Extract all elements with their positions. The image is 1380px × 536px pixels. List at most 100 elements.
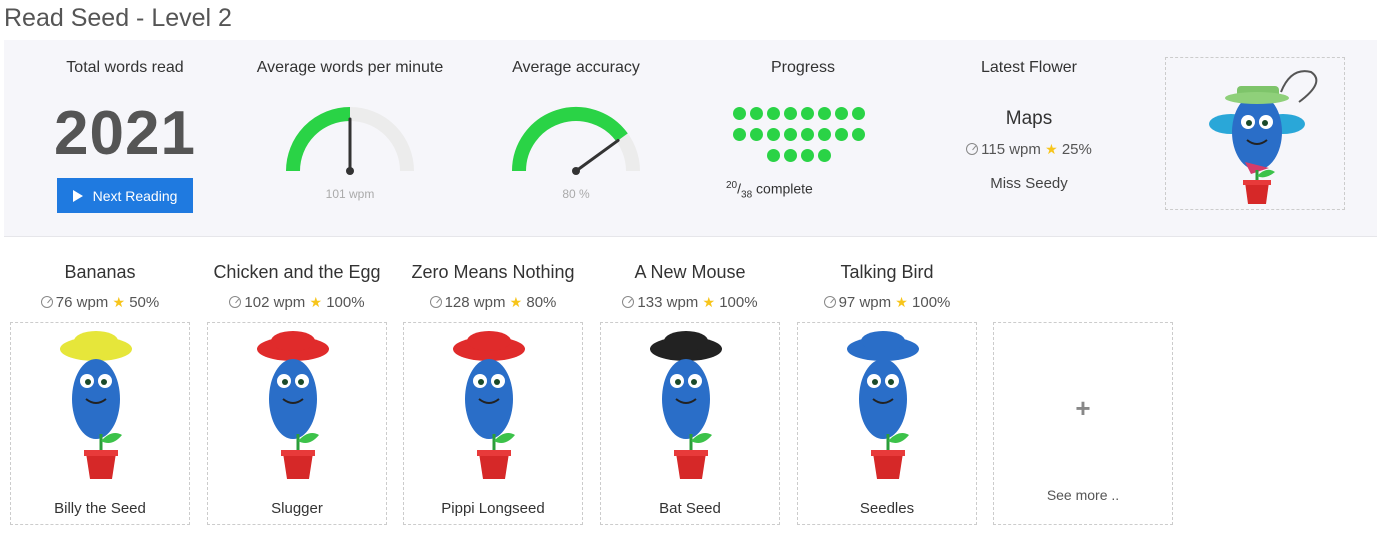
latest-flower-stat: Latest Flower Maps 115 wpm ★ 25% Miss Se… [934, 40, 1124, 237]
latest-wpm: 115 wpm [981, 141, 1041, 158]
wpm-gauge [286, 107, 414, 175]
flower-meta: 128 wpm ★ 80% [403, 294, 583, 311]
latest-flower-meta: 115 wpm ★ 25% [934, 141, 1124, 158]
progress-dot [767, 149, 780, 162]
flower-meta: 133 wpm ★ 100% [600, 294, 780, 311]
progress-suffix: complete [756, 180, 813, 197]
wpm-label: Average words per minute [256, 59, 444, 76]
flower-wpm: 128 wpm [444, 294, 506, 311]
flower-meta: 97 wpm ★ 100% [797, 294, 977, 311]
progress-dot [750, 107, 763, 120]
flower-item: Talking Bird 97 wpm ★ 100% Seedles [797, 262, 977, 525]
star-icon: ★ [1045, 141, 1058, 157]
speedometer-icon [622, 296, 635, 308]
seed-name: Pippi Longseed [441, 500, 545, 517]
progress-total: 38 [741, 189, 753, 201]
progress-dot [818, 128, 831, 141]
seed-character-illustration [60, 331, 132, 479]
flower-score: 100% [912, 294, 951, 311]
flower-item: Chicken and the Egg 102 wpm ★ 100% Slugg… [207, 262, 387, 525]
accuracy-caption: 80 % [562, 187, 590, 201]
seed-character-illustration [847, 331, 919, 479]
next-reading-label: Next Reading [92, 187, 178, 204]
progress-dot [733, 107, 746, 120]
star-icon: ★ [895, 294, 908, 310]
speedometer-icon [40, 296, 53, 308]
gauge-needle [574, 138, 620, 173]
flower-item: Bananas 76 wpm ★ 50% Billy the Seed [10, 262, 190, 525]
flower-card[interactable]: Slugger [207, 322, 387, 525]
flower-meta: 76 wpm ★ 50% [10, 294, 190, 311]
flower-card[interactable]: Bat Seed [600, 322, 780, 525]
progress-dot [801, 107, 814, 120]
progress-dot [784, 107, 797, 120]
latest-seed-name: Miss Seedy [990, 175, 1068, 192]
progress-dots [726, 107, 876, 170]
plus-icon: + [1075, 393, 1091, 423]
latest-score: 25% [1061, 141, 1092, 158]
star-icon: ★ [309, 294, 323, 310]
flower-card[interactable]: Billy the Seed [10, 322, 190, 525]
seed-character-illustration [650, 331, 722, 479]
star-icon: ★ [702, 294, 716, 310]
progress-text: 20/38 complete [726, 180, 813, 201]
play-icon [72, 189, 83, 202]
flower-card[interactable]: Seedles [797, 322, 977, 525]
flower-wpm: 133 wpm [637, 294, 699, 311]
latest-flower-label: Latest Flower [980, 59, 1078, 76]
progress-dot [818, 149, 831, 162]
progress-dot [852, 107, 865, 120]
latest-flower-name[interactable]: Maps [934, 108, 1124, 130]
total-words-label: Total words read [66, 59, 184, 76]
progress-label: Progress [770, 59, 836, 76]
wpm-stat: Average words per minute 101 wpm [250, 40, 450, 237]
progress-dot [767, 107, 780, 120]
progress-stat: Progress 20/38 complete [698, 40, 908, 237]
stats-panel: Total words read 2021 Next Reading Avera… [4, 40, 1377, 237]
flower-score: 100% [326, 294, 365, 311]
progress-dot [733, 128, 746, 141]
accuracy-gauge [512, 107, 640, 175]
flower-meta: 102 wpm ★ 100% [207, 294, 387, 311]
accuracy-stat: Average accuracy 80 % [476, 40, 676, 237]
flower-title[interactable]: A New Mouse [600, 262, 780, 288]
progress-dot [852, 128, 865, 141]
wpm-caption: 101 wpm [325, 187, 375, 201]
speedometer-icon [429, 296, 442, 308]
seed-name: Seedles [859, 500, 915, 517]
progress-dot [835, 107, 848, 120]
progress-done: 20 [726, 180, 738, 191]
flower-title[interactable]: Talking Bird [797, 262, 977, 288]
total-words-value: 2021 [54, 99, 196, 168]
gauge-hub [572, 167, 580, 175]
latest-flower-card[interactable] [1165, 57, 1345, 210]
seed-character-illustration [257, 331, 329, 479]
flower-card[interactable]: Pippi Longseed [403, 322, 583, 525]
seed-name: Billy the Seed [54, 500, 146, 517]
seed-name: Bat Seed [659, 500, 721, 517]
flower-wpm: 97 wpm [838, 294, 892, 311]
flower-title[interactable]: Chicken and the Egg [207, 262, 387, 288]
seed-character-illustration [453, 331, 525, 479]
progress-dot [801, 149, 814, 162]
page-title: Read Seed - Level 2 [4, 4, 232, 32]
gauge-hub [346, 167, 354, 175]
accuracy-label: Average accuracy [512, 59, 640, 76]
flower-wpm: 76 wpm [55, 294, 109, 311]
progress-dot [767, 128, 780, 141]
total-words-stat: Total words read 2021 Next Reading [35, 40, 215, 237]
seed-character-illustration [1209, 70, 1318, 204]
next-reading-button[interactable]: Next Reading [57, 178, 193, 213]
flower-title[interactable]: Zero Means Nothing [403, 262, 583, 288]
flower-wpm: 102 wpm [244, 294, 306, 311]
progress-dot [801, 128, 814, 141]
see-more-card[interactable]: + See more .. [993, 322, 1173, 525]
speedometer-icon [229, 296, 242, 308]
flower-title[interactable]: Bananas [10, 262, 190, 288]
speedometer-icon [823, 296, 836, 308]
flower-score: 50% [129, 294, 160, 311]
progress-dot [750, 128, 763, 141]
progress-dot [784, 128, 797, 141]
star-icon: ★ [112, 294, 126, 310]
seed-name: Slugger [271, 500, 323, 517]
